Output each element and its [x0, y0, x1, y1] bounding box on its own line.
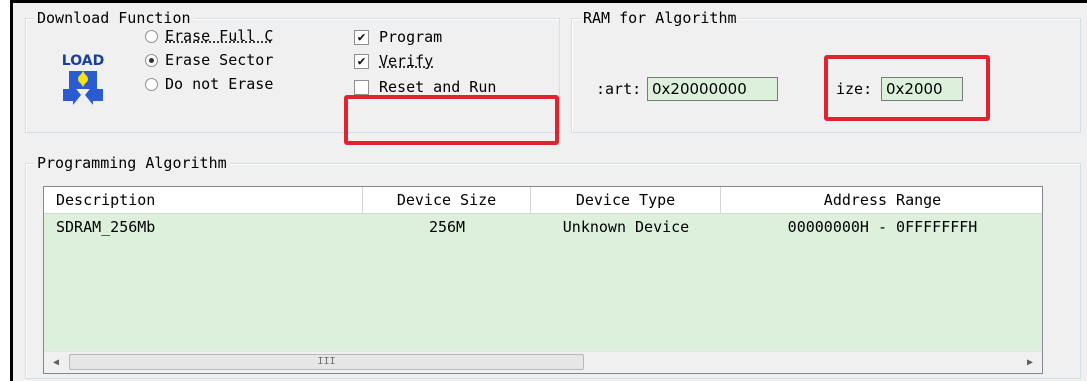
flash-download-settings-panel: Download Function LOAD Erase Full C Eras…: [10, 0, 1087, 381]
ram-for-algorithm-title: RAM for Algorithm: [580, 9, 740, 27]
scroll-right-icon[interactable]: ▶: [1020, 354, 1040, 371]
ram-start-field[interactable]: 0x20000000: [647, 77, 778, 101]
scroll-thumb[interactable]: III: [69, 354, 584, 370]
horizontal-scrollbar[interactable]: ◀ III ▶: [44, 351, 1042, 373]
verify-label: Verify: [379, 52, 434, 70]
erase-full-chip-label: Erase Full C: [165, 27, 274, 45]
algorithm-table[interactable]: Description Device Size Device Type Addr…: [43, 186, 1043, 374]
reset-and-run-check-indicator[interactable]: [354, 79, 369, 95]
erase-full-chip-radio[interactable]: Erase Full C: [145, 25, 273, 47]
column-header-description[interactable]: Description: [44, 187, 363, 213]
erase-sector-radio[interactable]: Erase Sector: [145, 49, 273, 71]
scroll-left-icon[interactable]: ◀: [46, 354, 66, 371]
start-label: :art:: [596, 80, 642, 98]
verify-check-indicator[interactable]: [354, 53, 369, 69]
cell-address-range: 00000000H - 0FFFFFFFH: [787, 218, 978, 236]
cell-description: SDRAM_256Mb: [56, 218, 156, 236]
ram-size-highlight: [824, 55, 990, 121]
erase-sector-label: Erase Sector: [165, 51, 274, 69]
column-header-address-range[interactable]: Address Range: [721, 187, 1042, 213]
table-header: Description Device Size Device Type Addr…: [44, 187, 1042, 214]
radio-indicator-selected[interactable]: [145, 53, 158, 67]
verify-checkbox[interactable]: Verify: [354, 50, 433, 72]
program-label: Program: [379, 28, 443, 46]
programming-algorithm-title: Programming Algorithm: [34, 154, 230, 172]
load-icon: LOAD: [62, 53, 104, 105]
cell-device-type: Unknown Device: [562, 218, 690, 236]
program-checkbox[interactable]: Program: [354, 26, 442, 48]
do-not-erase-radio[interactable]: Do not Erase: [145, 73, 273, 95]
program-check-indicator[interactable]: [354, 29, 369, 45]
radio-indicator[interactable]: [145, 77, 158, 91]
column-header-device-type[interactable]: Device Type: [531, 187, 721, 213]
scroll-thumb-grip: III: [317, 356, 336, 367]
radio-indicator[interactable]: [145, 29, 158, 43]
reset-and-run-highlight: [344, 95, 559, 145]
column-header-device-size[interactable]: Device Size: [363, 187, 531, 213]
cell-device-size: 256M: [428, 218, 466, 236]
load-logo-text: LOAD: [62, 53, 104, 69]
do-not-erase-label: Do not Erase: [165, 75, 274, 93]
